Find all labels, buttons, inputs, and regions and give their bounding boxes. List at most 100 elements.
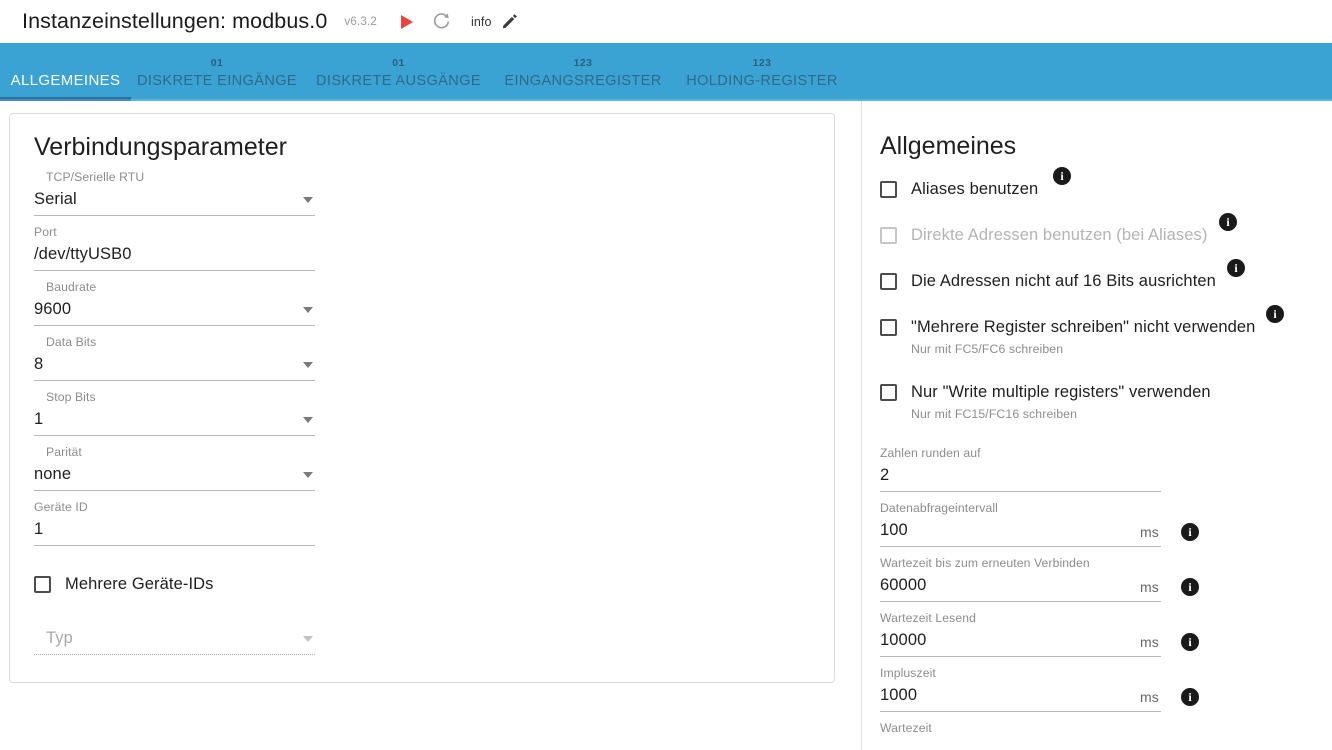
checkbox-text-mehrere-register-schreiben: "Mehrere Register schreiben" nicht verwe… bbox=[911, 317, 1255, 358]
info-icon-16-bits-ausrichten[interactable]: i bbox=[1227, 259, 1245, 277]
info-icon-mehrere-register-schreiben[interactable]: i bbox=[1266, 305, 1284, 323]
checkbox-sub-write-multiple-registers: Nur mit FC15/FC16 schreiben bbox=[911, 407, 1078, 421]
field-wartezeit: Wartezeit bbox=[880, 719, 1161, 750]
refresh-icon[interactable] bbox=[432, 12, 451, 31]
value-baudrate: 9600 bbox=[34, 300, 72, 318]
info-icon-aliases-benutzen[interactable]: i bbox=[1053, 167, 1071, 185]
checkbox-row-mehrere-geraete-ids[interactable]: Mehrere Geräte-IDs bbox=[34, 574, 810, 594]
field-baudrate: Baudrate 9600 bbox=[34, 278, 315, 326]
info-icon-impluszeit[interactable]: i bbox=[1181, 688, 1199, 706]
info-icon-direkte-adressen[interactable]: i bbox=[1219, 213, 1237, 231]
checkbox-sub-mehrere-register-schreiben: Nur mit FC5/FC6 schreiben bbox=[911, 342, 1064, 356]
select-stop-bits[interactable]: 1 bbox=[34, 406, 315, 436]
checkbox-mehrere-register-schreiben[interactable] bbox=[880, 319, 897, 336]
value-tcp-serial-rtu: Serial bbox=[34, 190, 77, 208]
info-link[interactable]: info bbox=[471, 15, 492, 29]
field-geraete-id: Geräte ID 1 bbox=[34, 498, 315, 546]
input-geraete-id[interactable]: 1 bbox=[34, 516, 315, 546]
tab-eingangsregister[interactable]: 123 EINGANGSREGISTER bbox=[494, 43, 672, 101]
input-zahlen-runden-auf[interactable]: 2 bbox=[880, 462, 1161, 492]
info-icon-wartezeit-verbinden[interactable]: i bbox=[1181, 578, 1199, 596]
input-wartezeit[interactable] bbox=[880, 737, 1161, 750]
label-paritaet: Parität bbox=[46, 445, 82, 459]
input-impluszeit[interactable]: 1000 ms bbox=[880, 682, 1161, 712]
field-port: Port /dev/ttyUSB0 bbox=[34, 223, 315, 271]
label-zahlen-runden-auf: Zahlen runden auf bbox=[880, 446, 981, 460]
checkbox-direkte-adressen bbox=[880, 227, 897, 244]
field-tcp-serial-rtu: TCP/Serielle RTU Serial bbox=[34, 168, 315, 216]
label-port: Port bbox=[34, 225, 57, 239]
placeholder-typ: Typ bbox=[46, 629, 73, 647]
tab-label-holding-register: HOLDING-REGISTER bbox=[686, 73, 838, 89]
label-geraete-id: Geräte ID bbox=[34, 500, 88, 514]
checkbox-label-16-bits-ausrichten: Die Adressen nicht auf 16 Bits ausrichte… bbox=[911, 272, 1216, 290]
tab-allgemeines[interactable]: ALLGEMEINES bbox=[0, 43, 131, 101]
value-port: /dev/ttyUSB0 bbox=[34, 245, 132, 263]
select-data-bits[interactable]: 8 bbox=[34, 351, 315, 381]
value-wartezeit-lesend: 10000 bbox=[880, 631, 927, 649]
tab-icon-diskrete-ausgaenge: 01 bbox=[392, 57, 405, 69]
checkbox-text-write-multiple-registers: Nur "Write multiple registers" verwenden… bbox=[911, 382, 1211, 423]
tab-holding-register[interactable]: 123 HOLDING-REGISTER bbox=[672, 43, 852, 101]
allgemeines-heading: Allgemeines bbox=[880, 132, 1017, 160]
unit-datenabfrageintervall: ms bbox=[1139, 524, 1159, 540]
field-paritaet: Parität none bbox=[34, 443, 315, 491]
checkbox-label-mehrere-register-schreiben: "Mehrere Register schreiben" nicht verwe… bbox=[911, 318, 1256, 336]
field-typ: Typ bbox=[34, 625, 315, 655]
input-wartezeit-lesend[interactable]: 10000 ms bbox=[880, 627, 1161, 657]
label-data-bits: Data Bits bbox=[46, 335, 97, 349]
info-icon-datenabfrageintervall[interactable]: i bbox=[1181, 523, 1199, 541]
tab-diskrete-eingaenge[interactable]: 01 DISKRETE EINGÄNGE bbox=[131, 43, 303, 101]
input-port[interactable]: /dev/ttyUSB0 bbox=[34, 241, 315, 271]
play-icon[interactable] bbox=[399, 14, 414, 30]
pencil-icon[interactable] bbox=[501, 13, 518, 30]
unit-wartezeit-verbinden: ms bbox=[1139, 579, 1159, 595]
value-datenabfrageintervall: 100 bbox=[880, 521, 908, 539]
value-zahlen-runden-auf: 2 bbox=[880, 466, 890, 484]
value-stop-bits: 1 bbox=[34, 410, 44, 428]
chevron-down-icon bbox=[303, 362, 313, 368]
input-wartezeit-verbinden[interactable]: 60000 ms bbox=[880, 572, 1161, 602]
label-wartezeit-lesend: Wartezeit Lesend bbox=[880, 611, 976, 625]
select-paritaet[interactable]: none bbox=[34, 461, 315, 491]
checkbox-row-direkte-adressen: Direkte Adressen benutzen (bei Aliases) … bbox=[880, 213, 1324, 245]
checkbox-mehrere-geraete-ids[interactable] bbox=[34, 576, 51, 593]
tab-diskrete-ausgaenge[interactable]: 01 DISKRETE AUSGÄNGE bbox=[303, 43, 494, 101]
checkbox-aliases-benutzen[interactable] bbox=[880, 181, 897, 198]
select-baudrate[interactable]: 9600 bbox=[34, 296, 315, 326]
chevron-down-icon bbox=[303, 417, 313, 423]
checkbox-text-mehrere-geraete-ids: Mehrere Geräte-IDs bbox=[65, 574, 214, 594]
tab-label-diskrete-eingaenge: DISKRETE EINGÄNGE bbox=[136, 73, 298, 89]
tab-icon-diskrete-eingaenge: 01 bbox=[210, 57, 224, 69]
checkbox-write-multiple-registers[interactable] bbox=[880, 384, 897, 401]
select-tcp-serial-rtu[interactable]: Serial bbox=[34, 186, 315, 216]
checkbox-label-direkte-adressen: Direkte Adressen benutzen (bei Aliases) bbox=[911, 226, 1208, 244]
checkbox-row-mehrere-register-schreiben[interactable]: "Mehrere Register schreiben" nicht verwe… bbox=[880, 305, 1324, 358]
tab-label-allgemeines: ALLGEMEINES bbox=[10, 72, 121, 89]
field-data-bits: Data Bits 8 bbox=[34, 333, 315, 381]
field-wartezeit-lesend: Wartezeit Lesend 10000 ms i bbox=[880, 609, 1199, 657]
checkbox-text-direkte-adressen: Direkte Adressen benutzen (bei Aliases) bbox=[911, 225, 1207, 245]
label-stop-bits: Stop Bits bbox=[46, 390, 96, 404]
tab-icon-holding-register: 123 bbox=[752, 57, 772, 69]
select-typ: Typ bbox=[34, 625, 315, 655]
checkbox-16-bits-ausrichten[interactable] bbox=[880, 273, 897, 290]
field-wartezeit-verbinden: Wartezeit bis zum erneuten Verbinden 600… bbox=[880, 554, 1199, 602]
info-icon-wartezeit-lesend[interactable]: i bbox=[1181, 633, 1199, 651]
checkbox-row-write-multiple-registers[interactable]: Nur "Write multiple registers" verwenden… bbox=[880, 382, 1324, 423]
label-baudrate: Baudrate bbox=[46, 280, 97, 294]
checkbox-label-mehrere-geraete-ids: Mehrere Geräte-IDs bbox=[65, 575, 214, 593]
checkbox-text-aliases-benutzen: Aliases benutzen bbox=[911, 179, 1038, 199]
checkbox-row-aliases-benutzen[interactable]: Aliases benutzen i bbox=[880, 167, 1324, 199]
tab-icon-eingangsregister: 123 bbox=[573, 57, 593, 69]
field-stop-bits: Stop Bits 1 bbox=[34, 388, 315, 436]
label-tcp-serial-rtu: TCP/Serielle RTU bbox=[46, 170, 145, 184]
connection-parameters-card: Verbindungsparameter TCP/Serielle RTU Se… bbox=[9, 113, 835, 683]
settings-body: Verbindungsparameter TCP/Serielle RTU Se… bbox=[0, 101, 1332, 750]
checkbox-row-16-bits-ausrichten[interactable]: Die Adressen nicht auf 16 Bits ausrichte… bbox=[880, 259, 1324, 291]
value-geraete-id: 1 bbox=[34, 520, 44, 538]
value-impluszeit: 1000 bbox=[880, 686, 918, 704]
input-datenabfrageintervall[interactable]: 100 ms bbox=[880, 517, 1161, 547]
chevron-down-icon bbox=[303, 307, 313, 313]
checkbox-text-16-bits-ausrichten: Die Adressen nicht auf 16 Bits ausrichte… bbox=[911, 271, 1216, 291]
